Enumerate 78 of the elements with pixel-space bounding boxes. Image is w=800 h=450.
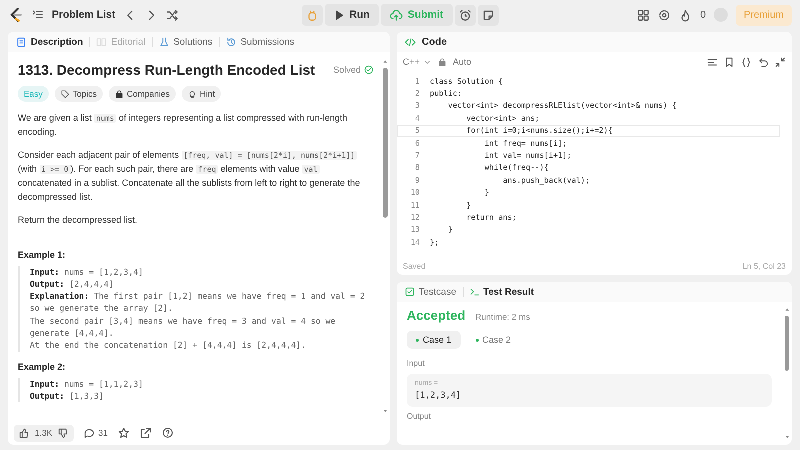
description-paragraph: Return the decompressed list.: [18, 214, 139, 227]
streak-count: 0: [700, 10, 706, 20]
example-line: The second pair [3,4] means we have freq = 3 and val = 4 so we generate [4,4,4].: [30, 314, 337, 340]
scroll-down-icon[interactable]: [382, 408, 388, 415]
terminal-icon: [470, 287, 480, 297]
example-heading: Example 1:: [18, 250, 67, 260]
tag-chip[interactable]: Hint: [182, 86, 222, 102]
example-heading: Example 2:: [18, 362, 67, 372]
lock-icon: [438, 58, 448, 66]
language-select[interactable]: C++: [403, 57, 432, 67]
alarm-clock-icon: [458, 8, 472, 22]
flask-icon: [158, 36, 170, 48]
runtime: Runtime: 2 ms: [476, 312, 530, 322]
note-button[interactable]: [478, 4, 499, 26]
scroll-up-icon[interactable]: [784, 306, 790, 313]
lightbulb-icon: [188, 90, 197, 98]
settings-icon[interactable]: [658, 8, 672, 22]
scrollbar-thumb[interactable]: [382, 68, 388, 218]
history-icon: [226, 36, 237, 48]
tag-chip[interactable]: Companies: [109, 86, 176, 102]
shuffle-icon[interactable]: [166, 8, 179, 22]
comments-button[interactable]: 31: [84, 428, 108, 438]
problem-title: 1313. Decompress Run-Length Encoded List: [18, 62, 316, 78]
scrollbar-thumb[interactable]: [785, 316, 789, 371]
note-icon: [482, 8, 495, 22]
code-icon: [405, 36, 416, 48]
case-tab[interactable]: Case 1: [407, 331, 461, 349]
scroll-up-icon[interactable]: [382, 58, 388, 65]
problem-list-link[interactable]: Problem List: [52, 9, 116, 21]
alarm-clock-button[interactable]: [454, 4, 476, 26]
run-button[interactable]: Run: [324, 4, 379, 26]
check-circle-icon: [364, 65, 374, 75]
like-button[interactable]: 1.3K: [14, 424, 74, 442]
lock-icon: [115, 90, 124, 98]
code-panel-title: Code: [422, 36, 447, 48]
input-label: Input: [407, 359, 426, 368]
comment-icon: [84, 428, 94, 438]
share-icon[interactable]: [140, 427, 152, 439]
example-line: Input: nums = [1,1,2,3]: [30, 378, 144, 390]
scroll-down-icon[interactable]: [784, 434, 790, 441]
thumbs-down-icon: [58, 428, 68, 438]
description-tab[interactable]: Solutions: [158, 36, 213, 48]
example-line: Input: nums = [1,2,3,4]: [30, 266, 144, 278]
format-icon[interactable]: [707, 56, 718, 68]
difficulty-badge: Easy: [18, 86, 49, 102]
list-icon: [32, 9, 44, 21]
description-tab[interactable]: Description: [16, 36, 84, 48]
example-line: Output: [1,3,3]: [30, 390, 105, 402]
verdict: Accepted: [407, 308, 466, 323]
tag-icon: [60, 90, 70, 98]
tag-chip[interactable]: Topics: [54, 86, 103, 102]
fire-icon: [679, 8, 692, 22]
description-tab[interactable]: Submissions: [226, 36, 295, 48]
example-line: Explanation: The first pair [1,2] means we have freq = 1 and val = 2 so we generate the array [2].: [30, 290, 366, 315]
bookmark-icon[interactable]: [724, 56, 735, 68]
autocomplete-mode: Auto: [453, 57, 472, 67]
cloud-upload-icon: [390, 8, 403, 22]
cursor-position: Ln 5, Col 23: [742, 262, 786, 270]
checkbox-icon: [405, 287, 415, 297]
play-icon: [334, 10, 344, 20]
grid-icon[interactable]: [637, 8, 650, 22]
thumbs-up-icon: [19, 428, 30, 438]
result-tab[interactable]: Test Result: [470, 286, 534, 298]
result-tab[interactable]: Testcase: [405, 286, 456, 298]
undo-icon[interactable]: [758, 56, 769, 68]
document-icon: [16, 36, 27, 48]
solved-status: Solved: [333, 65, 361, 75]
collapse-icon[interactable]: [775, 56, 786, 68]
star-icon[interactable]: [118, 427, 130, 439]
braces-icon[interactable]: [741, 56, 752, 68]
help-icon[interactable]: [162, 427, 174, 439]
example-line: Output: [2,4,4,4]: [30, 278, 115, 290]
case-tab[interactable]: Case 2: [466, 331, 520, 349]
example-line: At the end the concatenation [2] + [4,4,4] is [2,4,4,4].: [30, 339, 308, 352]
output-label: Output: [407, 412, 432, 421]
logo-icon[interactable]: [8, 7, 24, 23]
book-icon: [96, 36, 108, 48]
save-status: Saved: [403, 262, 426, 270]
